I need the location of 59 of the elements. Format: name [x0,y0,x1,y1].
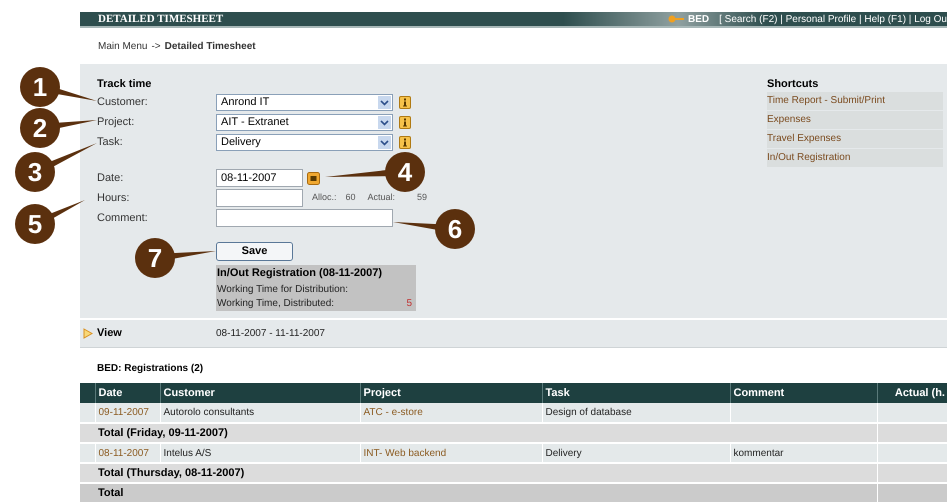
field-label: Hours: [97,190,130,206]
key-icon [668,15,684,23]
info-icon[interactable] [399,96,411,108]
page-title: DETAILED TIMESHEET [98,12,224,27]
user-name: BED [688,12,710,26]
shortcut-link[interactable]: In/Out Registration [767,149,943,167]
calendar-icon[interactable] [307,172,320,184]
chevron-down-icon [378,96,391,108]
field-label: Date: [97,170,124,186]
date-field[interactable]: 08-11-2007 [216,169,303,187]
view-range: 08-11-2007 - 11-11-2007 [216,327,325,341]
field-label: Project: [97,114,136,130]
chevron-down-icon [378,136,391,148]
field-label: Comment: [97,210,149,226]
callout-badge: 3 [15,152,55,192]
hours-field[interactable] [216,189,303,207]
breadcrumb-link[interactable]: Main Menu [98,38,148,54]
table-cell: Design of database [546,407,632,418]
total-label: Total [98,486,124,499]
summary-title: In/Out Registration (08-11-2007) [217,266,384,281]
breadcrumb-current: Detailed Timesheet [164,40,256,54]
info-icon[interactable] [399,136,411,148]
summary-value: 5 [406,296,412,310]
actual-value: 59 [417,191,428,204]
dropdown[interactable]: Anrond IT [216,94,393,110]
callout-badge: 1 [20,67,60,107]
date-link[interactable]: 08-11-2007 [98,448,149,458]
actual-label: Actual: [368,191,396,204]
table-cell: kommentar [734,448,784,458]
info-icon[interactable] [399,116,411,128]
field-label: Customer: [97,94,149,110]
date-link[interactable]: 09-11-2007 [98,407,149,418]
table-cell: Autorolo consultants [164,407,254,418]
summary-label: Working Time for Distribution: [217,282,348,296]
shortcuts-title: Shortcuts [767,77,820,92]
total-label: Total (Friday, 09-11-2007) [98,426,228,439]
dropdown[interactable]: AIT - Extranet [216,114,393,130]
table-cell: Intelus A/S [164,448,212,458]
breadcrumb-separator: -> [151,40,161,54]
view-label[interactable]: View [97,325,216,342]
shortcut-link[interactable]: Time Report - Submit/Print [767,92,943,110]
table-cell: Delivery [546,448,582,458]
shortcut-link[interactable]: Travel Expenses [767,130,943,148]
field-label: Task: [97,134,124,150]
alloc-value: 60 [346,191,356,204]
registrations-title: BED: Registrations (2) [96,362,204,376]
chevron-down-icon [378,116,391,128]
dropdown[interactable]: Delivery [216,134,393,150]
shortcut-link[interactable]: Expenses [767,111,943,129]
project-link[interactable]: ATC - e-store [364,407,423,418]
comment-field[interactable] [216,209,393,227]
project-link[interactable]: INT- Web backend [364,448,446,458]
total-label: Total (Thursday, 08-11-2007) [98,466,244,479]
section-title: Track time [97,77,152,92]
alloc-label: Alloc.: [312,191,337,204]
save-button[interactable]: Save [216,242,293,261]
summary-label: Working Time, Distributed: [217,296,334,310]
header-links[interactable]: [ Search (F2) | Personal Profile | Help (F1) | Log Ou [719,12,947,26]
callout-badge: 5 [15,204,55,244]
